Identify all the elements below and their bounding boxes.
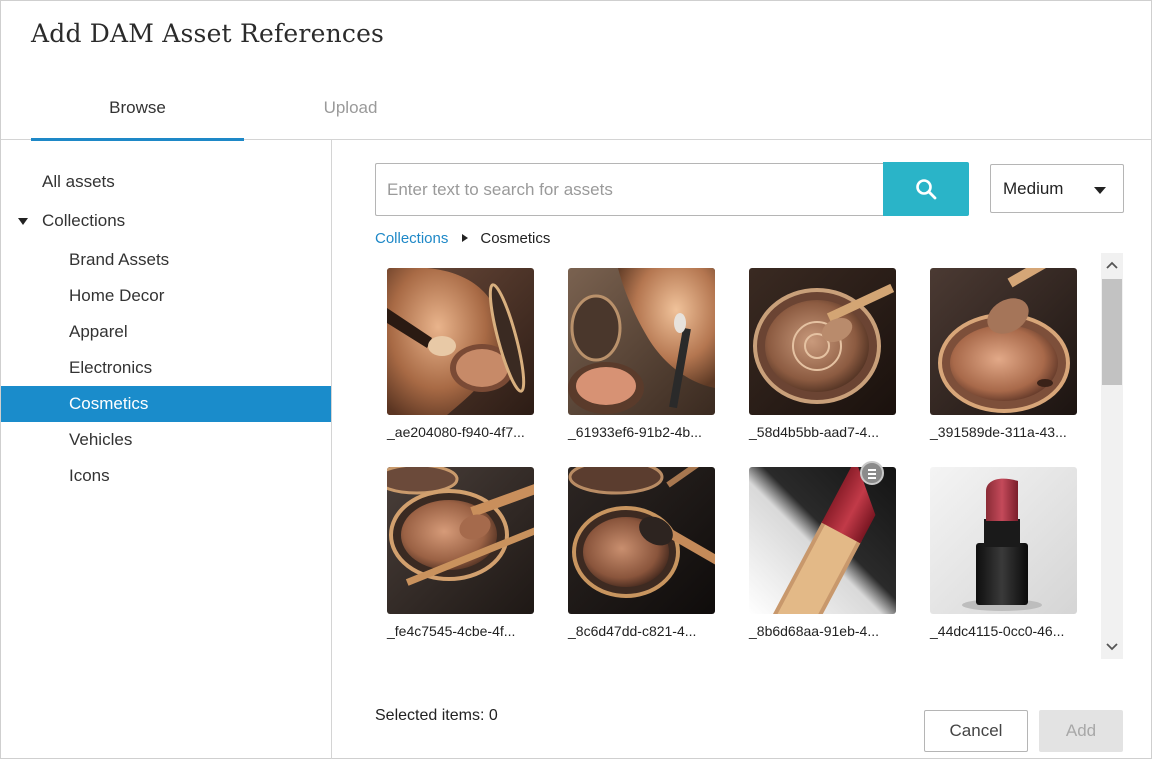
sidebar-item-label: Vehicles [69,430,133,449]
asset-card[interactable]: _391589de-311a-43... [918,259,1077,444]
asset-grid-scrollbar[interactable] [1101,253,1123,659]
breadcrumb-collections-link[interactable]: Collections [375,230,448,247]
asset-thumbnail [387,268,534,415]
sidebar-item-icons[interactable]: Icons [1,458,331,494]
breadcrumb-current: Cosmetics [480,230,551,247]
search-button[interactable] [883,162,969,216]
add-button[interactable]: Add [1039,710,1123,752]
asset-card[interactable]: _58d4b5bb-aad7-4... [737,259,896,444]
asset-card[interactable]: _8b6d68aa-91eb-4... [737,458,896,643]
asset-caption: _58d4b5bb-aad7-4... [749,424,879,440]
tab-browse-label: Browse [109,98,166,117]
asset-thumbnail [387,467,534,614]
asset-thumbnail [568,268,715,415]
sidebar-item-vehicles[interactable]: Vehicles [1,422,331,458]
dialog-title: Add DAM Asset References [31,19,385,48]
sidebar-item-brand-assets[interactable]: Brand Assets [1,242,331,278]
scroll-up-button[interactable] [1101,253,1123,277]
asset-grid: _ae204080-f940-4f7... _61933ef6-91b2-4b.… [375,259,1095,659]
asset-caption: _8b6d68aa-91eb-4... [749,623,879,639]
sidebar-item-collections[interactable]: Collections [1,203,331,239]
asset-card[interactable]: _8c6d47dd-c821-4... [556,458,715,643]
breadcrumb-separator-icon [462,234,469,242]
asset-thumbnail [749,467,896,614]
asset-thumbnail [930,268,1077,415]
sidebar-item-label: Cosmetics [69,394,149,413]
asset-caption: _391589de-311a-43... [930,424,1067,440]
tab-bar: Browse Upload [1,81,1151,141]
asset-caption: _61933ef6-91b2-4b... [568,424,702,440]
add-dam-asset-dialog: Add DAM Asset References Browse Upload A… [0,0,1152,759]
asset-card[interactable]: _fe4c7545-4cbe-4f... [375,458,534,643]
tab-upload-label: Upload [323,98,378,117]
sidebar-item-electronics[interactable]: Electronics [1,350,331,386]
chevron-down-icon [1106,643,1118,651]
sidebar-item-label: Collections [42,211,126,230]
caret-down-icon[interactable] [18,218,28,225]
breadcrumb: Collections Cosmetics [375,229,550,249]
scroll-down-button[interactable] [1101,635,1123,659]
chevron-up-icon [1106,261,1118,269]
collections-sidebar: All assets Collections Brand Assets Home… [1,140,332,759]
thumbnail-size-value: Medium [1003,179,1064,198]
cancel-button[interactable]: Cancel [924,710,1028,752]
asset-thumbnail [749,268,896,415]
asset-card[interactable]: _ae204080-f940-4f7... [375,259,534,444]
dropdown-arrow-icon [1094,187,1106,194]
sidebar-item-all-assets[interactable]: All assets [1,164,331,200]
asset-thumbnail [930,467,1077,614]
asset-caption: _ae204080-f940-4f7... [387,424,525,440]
asset-card[interactable]: _61933ef6-91b2-4b... [556,259,715,444]
asset-caption: _fe4c7545-4cbe-4f... [387,623,516,639]
scrollbar-thumb[interactable] [1102,279,1122,385]
search-icon [916,179,937,200]
asset-caption: _8c6d47dd-c821-4... [568,623,697,639]
tab-browse[interactable]: Browse [31,81,244,141]
thumbnail-size-select[interactable]: Medium [990,164,1124,213]
sidebar-item-home-decor[interactable]: Home Decor [1,278,331,314]
asset-caption: _44dc4115-0cc0-46... [930,623,1065,639]
selected-items-count: Selected items: 0 [375,707,498,724]
sidebar-item-label: Brand Assets [69,250,170,269]
search-field-wrapper [375,163,884,216]
list-icon[interactable] [860,461,884,485]
search-input[interactable] [376,164,884,215]
sidebar-item-label: Home Decor [69,286,165,305]
asset-thumbnail [568,467,715,614]
tab-upload[interactable]: Upload [244,81,457,140]
sidebar-item-label: Apparel [69,322,128,341]
sidebar-item-label: Electronics [69,358,153,377]
sidebar-item-label: All assets [42,172,115,191]
sidebar-item-apparel[interactable]: Apparel [1,314,331,350]
asset-card[interactable]: _44dc4115-0cc0-46... [918,458,1077,643]
sidebar-item-cosmetics[interactable]: Cosmetics [1,386,331,422]
sidebar-item-label: Icons [69,466,110,485]
